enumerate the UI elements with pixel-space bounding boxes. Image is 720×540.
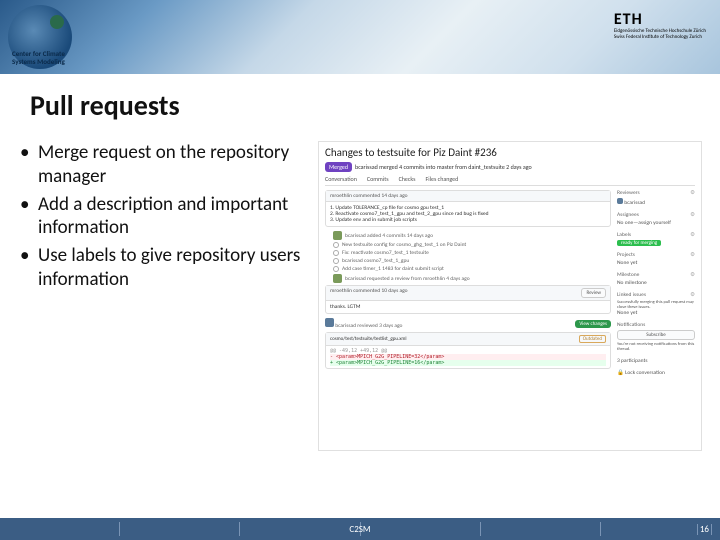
logo-text: Center for Climate Systems Modeling: [12, 50, 65, 65]
reviewed-line: bcarissad reviewed 3 days ago: [335, 323, 402, 329]
commits-added: bcarissad added 4 commits 14 days ago: [333, 231, 611, 240]
lock-conversation[interactable]: 🔒 Lock conversation: [617, 370, 695, 376]
avatar: [333, 231, 342, 240]
sidebar-reviewers-title: Reviewers: [617, 190, 640, 196]
assignees-value: No one—assign yourself: [617, 220, 695, 226]
pr-tabs: Conversation Commits Checks Files change…: [325, 175, 695, 186]
github-screenshot: Changes to testsuite for Piz Daint #236 …: [318, 141, 702, 451]
gear-icon[interactable]: ⚙: [690, 212, 695, 218]
eth-logo: ETH Eidgenössische Technische Hochschule…: [614, 10, 706, 40]
avatar: [617, 198, 623, 204]
pr-thread: mroethlin commented 14 days ago 1. Updat…: [325, 190, 611, 382]
pr-sidebar: Reviewers ⚙ bcarissad Assignees ⚙ No one—a…: [617, 190, 695, 382]
review-button[interactable]: Review: [581, 288, 606, 298]
sidebar-notifications-title: Notifications: [617, 322, 645, 328]
diff-box: cosmo/test/testsuite/testlist_gpu.xml Ou…: [325, 332, 611, 369]
tab-checks[interactable]: Checks: [399, 175, 416, 183]
commit-icon: [333, 242, 339, 248]
gear-icon[interactable]: ⚙: [690, 272, 695, 278]
content-area: Merge request on the repository manager …: [0, 141, 720, 451]
avatar: [333, 274, 342, 283]
gear-icon[interactable]: ⚙: [690, 292, 695, 298]
subscribe-button[interactable]: Subscribe: [617, 330, 695, 340]
commit-icon: [333, 258, 339, 264]
view-changes-button[interactable]: View changes: [575, 320, 611, 328]
sidebar-projects-title: Projects: [617, 252, 635, 258]
participants: 3 participants: [617, 358, 695, 364]
tab-conversation[interactable]: Conversation: [325, 175, 357, 183]
page-number: 16: [697, 524, 712, 535]
reviewer-name: bcarissad: [624, 200, 645, 206]
bullet-item: Merge request on the repository manager: [18, 141, 318, 189]
avatar: [325, 318, 334, 327]
gear-icon[interactable]: ⚙: [690, 190, 695, 196]
projects-value: None yet: [617, 260, 695, 266]
comment-header: mroethlin commented 10 days ago: [330, 288, 408, 298]
linked-none: None yet: [617, 310, 695, 316]
sidebar-labels-title: Labels: [617, 232, 631, 238]
pr-description: mroethlin commented 14 days ago 1. Updat…: [325, 190, 611, 227]
tab-commits[interactable]: Commits: [367, 175, 389, 183]
linked-desc: Successfully merging this pull request m…: [617, 300, 695, 310]
merged-badge: Merged: [325, 162, 352, 172]
comment-body: thanks. LGTM: [330, 304, 606, 310]
bullet-list: Merge request on the repository manager …: [18, 141, 318, 451]
commit-icon: [333, 250, 339, 256]
bullet-item: Use labels to give repository users info…: [18, 244, 318, 292]
commit-icon: [333, 266, 339, 272]
sidebar-milestone-title: Milestone: [617, 272, 639, 278]
gear-icon[interactable]: ⚙: [690, 232, 695, 238]
footer-center: C2SM: [349, 524, 370, 535]
subscribe-note: You're not receiving notifications from …: [617, 342, 695, 352]
tab-files[interactable]: Files changed: [425, 175, 458, 183]
diff-added: + <param>MPICH_G2G_PIPELINE=16</param>: [330, 360, 606, 366]
diff-filename: cosmo/test/testsuite/testlist_gpu.xml: [330, 336, 407, 342]
outdated-badge: Outdated: [579, 335, 606, 343]
sidebar-assignees-title: Assignees: [617, 212, 639, 218]
review-request: bcarissad requested a review from mroeth…: [333, 274, 611, 283]
gear-icon[interactable]: ⚙: [690, 252, 695, 258]
desc-line: 3. Update env and in submit job scripts: [330, 217, 606, 223]
pr-title: Changes to testsuite for Piz Daint #236: [325, 146, 695, 159]
footer: C2SM 16: [0, 518, 720, 540]
comment-header: mroethlin commented 14 days ago: [326, 191, 610, 202]
label-ready[interactable]: ready for merging: [617, 240, 661, 246]
commit-row: Add case timer_1 1483 for daint submit s…: [333, 266, 611, 272]
header-banner: Center for Climate Systems Modeling ETH …: [0, 0, 720, 74]
bullet-item: Add a description and important informat…: [18, 193, 318, 241]
commit-row: New testsuite config for cosmo_ghg_test_…: [333, 242, 611, 248]
sidebar-linked-title: Linked issues: [617, 292, 646, 298]
slide-title: Pull requests: [30, 88, 720, 123]
commit-row: bcarissad cosmo7_test_1_gpu: [333, 258, 611, 264]
milestone-value: No milestone: [617, 280, 695, 286]
commit-row: Fix: reactivate cosmo7_test_1 testsuite: [333, 250, 611, 256]
pr-byline: bcarissad merged 4 commits into master f…: [355, 163, 532, 171]
comment: mroethlin commented 10 days ago Review t…: [325, 285, 611, 314]
